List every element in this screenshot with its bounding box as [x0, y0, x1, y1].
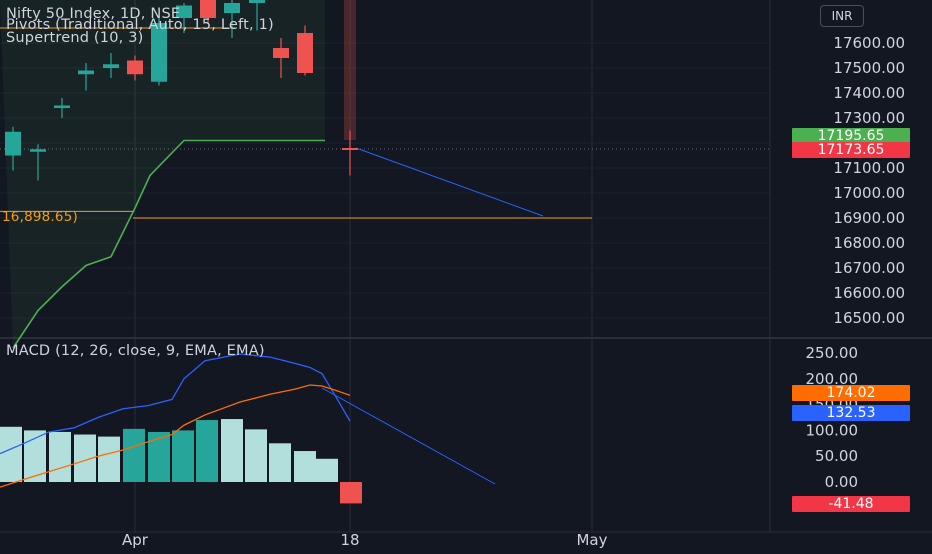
- histogram-bar: [148, 431, 170, 482]
- macd-axis-tick: 250.00: [806, 344, 859, 362]
- price-axis-tick: 17100.00: [833, 159, 905, 177]
- price-axis-tick: 16600.00: [833, 284, 905, 302]
- pivot-level-label: 16,898.65): [2, 209, 78, 225]
- histogram-bar: [49, 431, 71, 482]
- price-axis-tick: 16900.00: [833, 209, 905, 227]
- signal-value-label: 174.02: [792, 385, 910, 401]
- chart-area[interactable]: 17600.00 17500.00 17400.00 17300.00 17100.00…: [0, 0, 932, 550]
- histogram-bar: [245, 429, 267, 482]
- macd-axis-tick: 100.00: [806, 421, 859, 439]
- chart-svg[interactable]: 17600.00 17500.00 17400.00 17300.00 17100.00…: [0, 0, 932, 550]
- histogram-bar: [269, 443, 291, 482]
- candle-body: [342, 148, 358, 150]
- price-axis-tick: 17600.00: [833, 34, 905, 52]
- price-axis-tick: 17400.00: [833, 84, 905, 102]
- histogram-bar: [316, 471, 336, 482]
- projection-line-macd: [321, 387, 496, 485]
- projection-line-price: [355, 147, 544, 217]
- price-axis-tick: 17500.00: [833, 59, 905, 77]
- last-price-lower: 17173.65: [792, 142, 910, 158]
- candle-body: [249, 0, 265, 3]
- macd-value-label: 132.53: [792, 405, 910, 421]
- histogram-bar: [98, 436, 120, 482]
- candle-body: [78, 70, 94, 75]
- price-axis-tick: 17000.00: [833, 184, 905, 202]
- histogram-bar: [0, 426, 22, 482]
- histogram-bar: [172, 430, 194, 482]
- time-axis-tick: May: [576, 531, 607, 549]
- price-axis-tick: 16800.00: [833, 234, 905, 252]
- macd-axis-tick: 50.00: [815, 447, 858, 465]
- price-axis-tick: 16500.00: [833, 309, 905, 327]
- histogram-bar: [294, 451, 316, 482]
- time-axis-tick: Apr: [122, 531, 149, 549]
- candle-body: [297, 33, 313, 73]
- time-axis-tick: 18: [340, 531, 359, 549]
- candle-body: [224, 3, 240, 13]
- supertrend-indicator-label[interactable]: Supertrend (10, 3): [6, 30, 144, 46]
- candle-body: [5, 131, 21, 156]
- last-bar-highlight: [344, 0, 356, 140]
- histogram-value-label: -41.48: [792, 496, 910, 512]
- candle-body: [103, 64, 119, 68]
- candle-body: [273, 48, 289, 58]
- candle-body: [30, 149, 46, 152]
- histogram-bar: [196, 420, 218, 482]
- price-axis-tick: 16700.00: [833, 259, 905, 277]
- price-axis-tick: 17300.00: [833, 109, 905, 127]
- candle-body: [127, 60, 143, 75]
- candle-body: [54, 105, 70, 108]
- macd-indicator-label[interactable]: MACD (12, 26, close, 9, EMA, EMA): [6, 343, 265, 359]
- currency-button[interactable]: INR: [820, 5, 864, 27]
- macd-axis-tick: 0.00: [825, 473, 858, 491]
- histogram-bar: [123, 428, 145, 482]
- histogram-bar: [221, 419, 243, 482]
- histogram-bar-last: [340, 482, 362, 504]
- candle-body: [200, 0, 216, 18]
